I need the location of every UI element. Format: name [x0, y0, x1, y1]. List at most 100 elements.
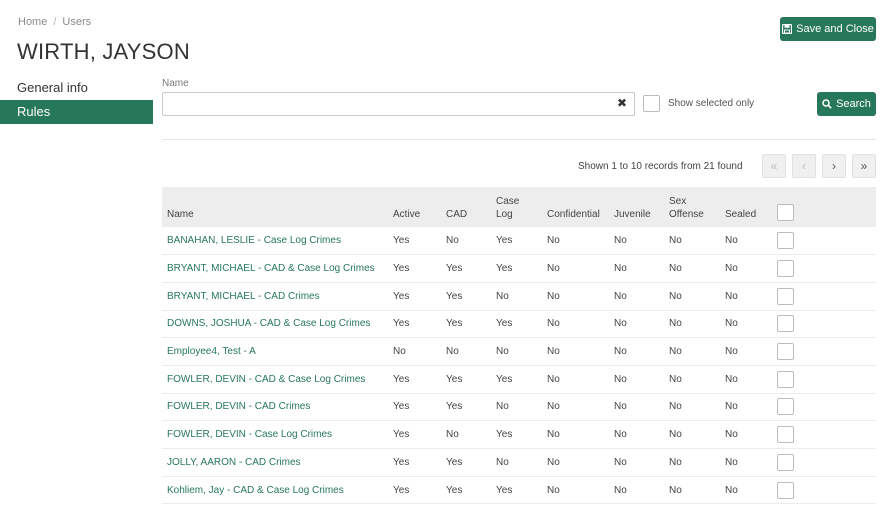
search-button[interactable]: Search	[817, 92, 876, 116]
table-body: BANAHAN, LESLIE - Case Log Crimes Yes No Ye…	[162, 227, 876, 505]
row-select-checkbox[interactable]	[777, 398, 794, 416]
first-page-button[interactable]: «	[762, 154, 786, 178]
row-sealed: No	[721, 282, 773, 311]
table-row[interactable]: Kohliem, Jay - CAD & Case Log Crimes Yes Y…	[162, 476, 876, 505]
row-select-checkbox[interactable]	[777, 232, 794, 250]
save-and-close-label: Save and Close	[796, 23, 874, 35]
table-row[interactable]: BRYANT, MICHAEL - CAD Crimes Yes Yes No No No…	[162, 282, 876, 311]
row-active: Yes	[389, 227, 442, 256]
row-case-log: No	[492, 448, 543, 477]
row-juvenile: No	[610, 337, 665, 366]
row-cad: Yes	[442, 476, 492, 505]
header-case-log-line1: Case	[496, 196, 520, 207]
row-select-checkbox[interactable]	[777, 481, 794, 499]
row-select-cell	[773, 310, 876, 339]
select-all-checkbox[interactable]	[777, 204, 794, 221]
table-row[interactable]: FOWLER, DEVIN - CAD Crimes Yes Yes No No No No…	[162, 393, 876, 422]
row-name-link[interactable]: JOLLY, AARON - CAD Crimes	[162, 448, 389, 477]
breadcrumb-home[interactable]: Home	[18, 16, 47, 28]
show-selected-only-toggle[interactable]: Show selected only	[643, 95, 754, 112]
sidebar: General info Rules	[0, 76, 153, 124]
clear-icon[interactable]: ✖	[617, 96, 627, 110]
breadcrumb: Home / Users	[18, 16, 91, 28]
row-juvenile: No	[610, 476, 665, 505]
header-cad[interactable]: CAD	[442, 187, 492, 227]
row-sealed: No	[721, 337, 773, 366]
row-select-checkbox[interactable]	[777, 453, 794, 471]
row-active: Yes	[389, 254, 442, 283]
row-case-log: Yes	[492, 227, 543, 256]
row-sealed: No	[721, 476, 773, 505]
row-select-cell	[773, 393, 876, 422]
row-cad: Yes	[442, 310, 492, 339]
row-active: Yes	[389, 365, 442, 394]
row-select-cell	[773, 448, 876, 477]
row-confidential: No	[543, 227, 610, 256]
row-select-checkbox[interactable]	[777, 260, 794, 278]
row-sex-offense: No	[665, 227, 721, 256]
row-name-link[interactable]: FOWLER, DEVIN - Case Log Crimes	[162, 420, 389, 449]
last-page-button[interactable]: »	[852, 154, 876, 178]
next-page-button[interactable]: ›	[822, 154, 846, 178]
row-case-log: Yes	[492, 310, 543, 339]
row-select-checkbox[interactable]	[777, 343, 794, 361]
show-selected-checkbox[interactable]	[643, 95, 660, 112]
row-confidential: No	[543, 476, 610, 505]
row-name-link[interactable]: BRYANT, MICHAEL - CAD & Case Log Crimes	[162, 254, 389, 283]
header-sex-offense[interactable]: Sex Offense	[665, 187, 721, 227]
row-name-link[interactable]: Employee4, Test - A	[162, 337, 389, 366]
row-confidential: No	[543, 393, 610, 422]
row-juvenile: No	[610, 393, 665, 422]
row-sex-offense: No	[665, 365, 721, 394]
row-sex-offense: No	[665, 420, 721, 449]
row-confidential: No	[543, 254, 610, 283]
row-select-checkbox[interactable]	[777, 287, 794, 305]
row-cad: No	[442, 227, 492, 256]
sidebar-item-general-info[interactable]: General info	[0, 76, 153, 100]
row-confidential: No	[543, 365, 610, 394]
header-sealed[interactable]: Sealed	[721, 187, 773, 227]
row-case-log: Yes	[492, 365, 543, 394]
header-sex-offense-line2: Offense	[669, 209, 704, 220]
header-juvenile[interactable]: Juvenile	[610, 187, 665, 227]
row-name-link[interactable]: Kohliem, Jay - CAD & Case Log Crimes	[162, 476, 389, 505]
table-row[interactable]: FOWLER, DEVIN - CAD & Case Log Crimes Yes…	[162, 365, 876, 394]
row-cad: Yes	[442, 365, 492, 394]
breadcrumb-users[interactable]: Users	[62, 16, 91, 28]
table-row[interactable]: DOWNS, JOSHUA - CAD & Case Log Crimes Yes…	[162, 310, 876, 339]
row-select-checkbox[interactable]	[777, 370, 794, 388]
row-juvenile: No	[610, 254, 665, 283]
row-case-log: Yes	[492, 254, 543, 283]
table-header-row: Name Active CAD Case Log Confidential Juv…	[162, 187, 876, 227]
row-select-cell	[773, 420, 876, 449]
previous-page-button[interactable]: ‹	[792, 154, 816, 178]
table-row[interactable]: FOWLER, DEVIN - Case Log Crimes Yes No Yes N…	[162, 420, 876, 449]
row-name-link[interactable]: BRYANT, MICHAEL - CAD Crimes	[162, 282, 389, 311]
divider	[162, 139, 876, 140]
row-name-link[interactable]: DOWNS, JOSHUA - CAD & Case Log Crimes	[162, 310, 389, 339]
table-row[interactable]: Employee4, Test - A No No No No No No No	[162, 337, 876, 366]
header-name[interactable]: Name	[162, 187, 389, 227]
table-row[interactable]: BRYANT, MICHAEL - CAD & Case Log Crimes Y…	[162, 254, 876, 283]
header-case-log[interactable]: Case Log	[492, 187, 543, 227]
row-confidential: No	[543, 282, 610, 311]
table-row[interactable]: JOLLY, AARON - CAD Crimes Yes Yes No No No No N…	[162, 448, 876, 477]
row-select-checkbox[interactable]	[777, 426, 794, 444]
header-active[interactable]: Active	[389, 187, 442, 227]
row-name-link[interactable]: BANAHAN, LESLIE - Case Log Crimes	[162, 227, 389, 256]
row-name-link[interactable]: FOWLER, DEVIN - CAD Crimes	[162, 393, 389, 422]
row-select-checkbox[interactable]	[777, 315, 794, 333]
name-field-wrapper: ✖	[162, 92, 635, 116]
row-select-cell	[773, 227, 876, 256]
row-name-link[interactable]: FOWLER, DEVIN - CAD & Case Log Crimes	[162, 365, 389, 394]
search-label: Search	[836, 98, 871, 110]
save-and-close-button[interactable]: Save and Close	[780, 17, 876, 41]
row-sex-offense: No	[665, 310, 721, 339]
sidebar-item-rules[interactable]: Rules	[0, 100, 153, 124]
row-confidential: No	[543, 337, 610, 366]
table-row[interactable]: BANAHAN, LESLIE - Case Log Crimes Yes No Ye…	[162, 227, 876, 256]
row-confidential: No	[543, 420, 610, 449]
row-case-log: No	[492, 282, 543, 311]
header-confidential[interactable]: Confidential	[543, 187, 610, 227]
name-search-input[interactable]	[163, 93, 603, 115]
